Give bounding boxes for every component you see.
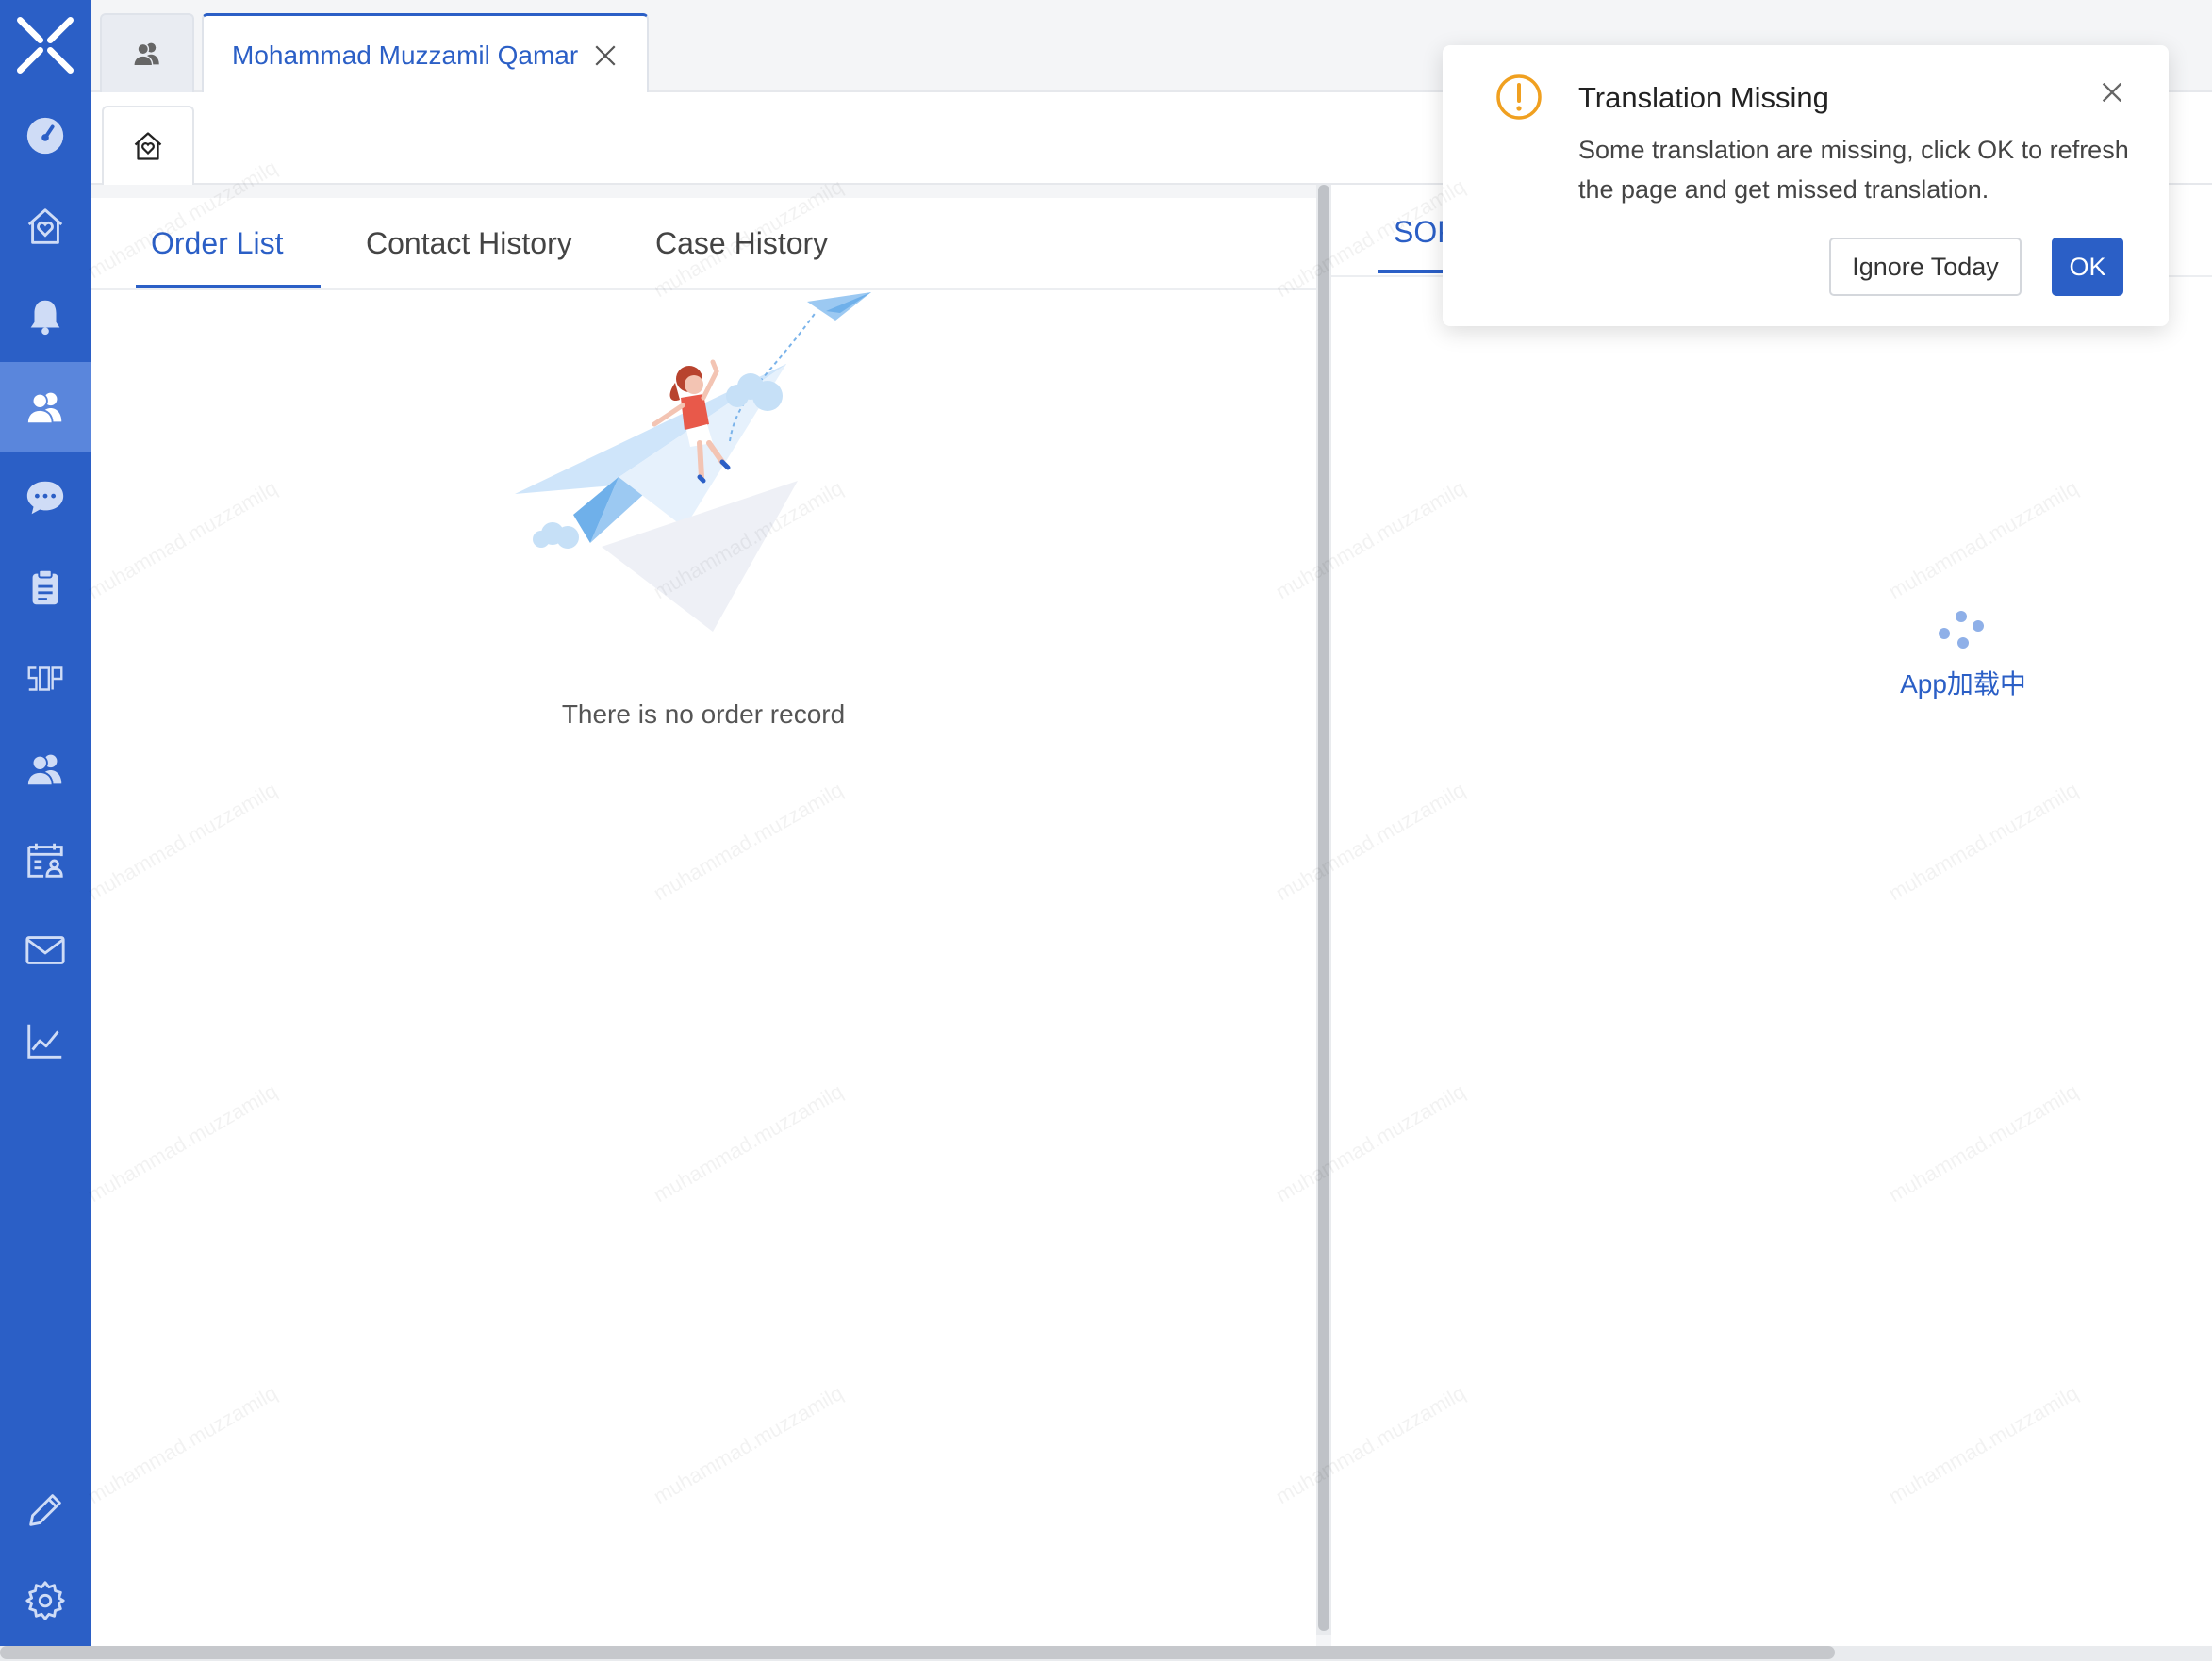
sidebar-item-reports[interactable] <box>0 995 91 1086</box>
customer-list-tab[interactable] <box>100 13 194 92</box>
sidebar-item-edit[interactable] <box>0 1465 91 1555</box>
line-chart-icon <box>27 1024 62 1059</box>
users-icon <box>25 754 62 787</box>
notification-body: Some translation are missing, click OK t… <box>1578 136 2129 204</box>
mail-icon <box>25 936 65 964</box>
sidebar-item-mail[interactable] <box>0 905 91 995</box>
ok-button[interactable]: OK <box>2052 238 2123 296</box>
clipboard-icon <box>32 568 58 605</box>
bell-icon <box>30 300 60 336</box>
sop-icon <box>27 666 63 691</box>
sidebar-item-tickets[interactable] <box>0 543 91 633</box>
users-icon <box>133 42 159 67</box>
sidebar-item-customers[interactable] <box>0 362 91 452</box>
sidebar-item-contacts[interactable] <box>0 724 91 814</box>
empty-state-illustration <box>515 292 871 632</box>
translation-notification: Translation Missing Some translation are… <box>1443 45 2169 326</box>
close-icon[interactable] <box>2099 79 2125 106</box>
empty-state-message: There is no order record <box>561 699 846 729</box>
tab-customer-label: Mohammad Muzzamil Qamar <box>232 40 579 70</box>
x-logo-icon <box>17 17 74 74</box>
tab-customer[interactable]: Mohammad Muzzamil Qamar <box>202 13 649 94</box>
close-icon[interactable] <box>591 41 619 70</box>
users-icon <box>25 392 62 425</box>
sidebar-item-settings[interactable] <box>0 1555 91 1646</box>
sidebar-item-chat[interactable] <box>0 452 91 543</box>
sidebar-item-home[interactable] <box>0 181 91 271</box>
ignore-today-button[interactable]: Ignore Today <box>1829 238 2022 296</box>
gear-icon <box>25 1581 65 1620</box>
active-tab-indicator <box>136 285 321 288</box>
sidebar-item-schedule[interactable] <box>0 814 91 905</box>
tab-case-history[interactable]: Case History <box>655 226 828 261</box>
sidebar-item-dashboard[interactable] <box>0 90 91 181</box>
app-logo[interactable] <box>0 0 91 90</box>
tab-contact-history[interactable]: Contact History <box>366 226 572 261</box>
order-panel-tabs: Order List Contact History Case History <box>91 198 1316 290</box>
calendar-user-icon <box>27 843 63 878</box>
loading-text: App加载中 <box>1900 669 2026 699</box>
home-heart-icon <box>27 208 63 244</box>
sidebar-item-sop[interactable] <box>0 633 91 724</box>
warning-icon <box>1496 74 1542 120</box>
sidebar-item-notifications[interactable] <box>0 271 91 362</box>
notification-title: Translation Missing <box>1578 81 1829 114</box>
tab-order-list[interactable]: Order List <box>151 226 283 261</box>
chat-bubble-icon <box>26 481 64 515</box>
home-heart-icon <box>134 132 162 160</box>
speedometer-icon <box>26 117 64 155</box>
pencil-icon <box>29 1494 61 1526</box>
horizontal-scrollbar[interactable] <box>0 1646 1835 1659</box>
loading-spinner-icon <box>1935 609 1991 656</box>
sidebar <box>0 0 91 1646</box>
vertical-scrollbar[interactable] <box>1318 185 1329 1631</box>
sop-panel: SOP App加载中 <box>1331 185 2212 1646</box>
home-tab[interactable] <box>102 106 194 185</box>
order-panel: Order List Contact History Case History … <box>91 198 1316 1646</box>
